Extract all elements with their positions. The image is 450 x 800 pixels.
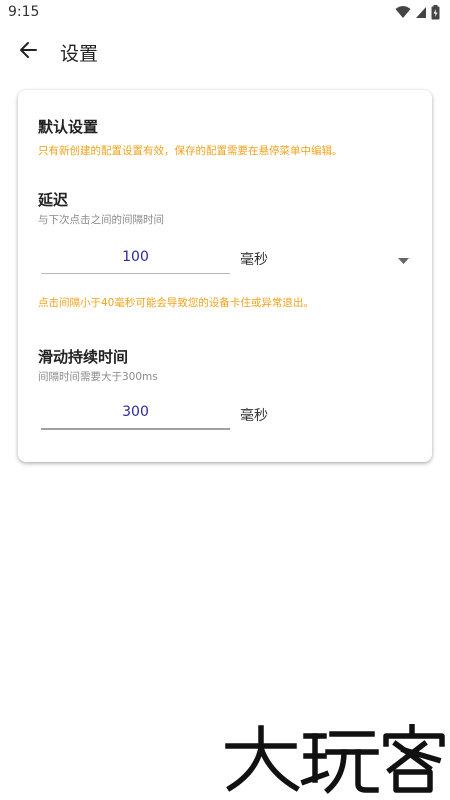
back-button[interactable] [0, 24, 56, 80]
swipe-duration-input[interactable] [41, 396, 230, 428]
dropdown-arrow-icon [397, 249, 409, 268]
arrow-left-icon [19, 41, 37, 63]
unit-dropdown[interactable] [396, 251, 410, 265]
watermark-logo [225, 724, 445, 794]
battery-icon [431, 4, 440, 20]
swipe-duration-title: 滑动持续时间 [38, 348, 129, 366]
delay-input-wrapper [41, 240, 230, 274]
swipe-duration-input-wrapper [41, 396, 230, 430]
swipe-duration-unit-label: 毫秒 [240, 408, 268, 424]
signal-icon [415, 6, 427, 19]
delay-input[interactable] [41, 240, 230, 273]
delay-title: 延迟 [38, 191, 69, 209]
default-settings-hint: 只有新创建的配置设置有效，保存的配置需要在悬停菜单中编辑。 [38, 145, 343, 157]
status-time: 9:15 [8, 4, 40, 20]
status-bar: 9:15 [0, 0, 450, 24]
status-icons [395, 4, 440, 20]
default-settings-title: 默认设置 [38, 118, 99, 136]
swipe-duration-description: 间隔时间需要大于300ms [38, 371, 158, 383]
delay-warning: 点击间隔小于40毫秒可能会导致您的设备卡住或异常退出。 [38, 297, 314, 309]
settings-card: 默认设置 只有新创建的配置设置有效，保存的配置需要在悬停菜单中编辑。 延迟 与下… [18, 90, 432, 462]
delay-unit-label: 毫秒 [240, 252, 268, 268]
wifi-icon [395, 5, 411, 19]
app-bar: 设置 [0, 24, 450, 80]
delay-description: 与下次点击之间的间隔时间 [38, 214, 164, 226]
page-title: 设置 [60, 42, 99, 65]
